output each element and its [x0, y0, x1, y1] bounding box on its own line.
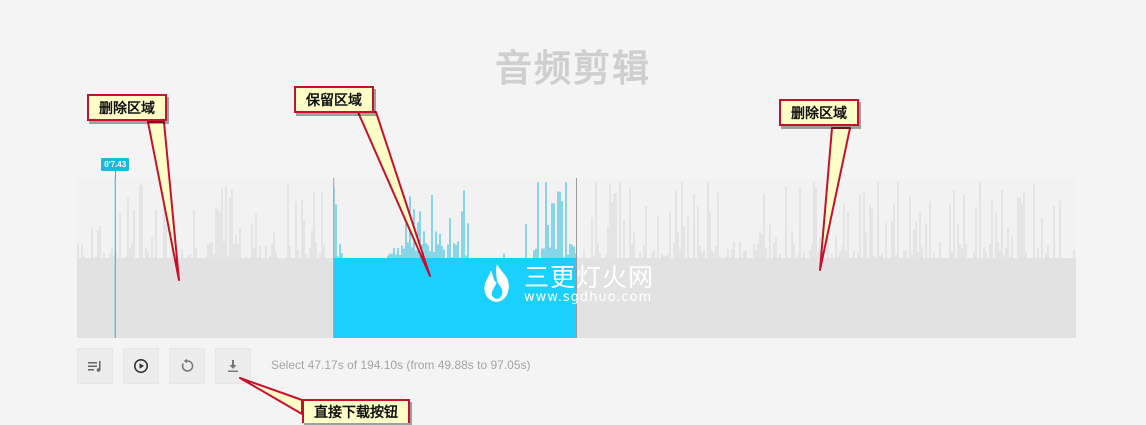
download-icon — [228, 360, 238, 372]
play-circle-icon — [134, 359, 148, 373]
callout-delete-left: 删除区域 — [87, 94, 167, 121]
playlist-button[interactable] — [77, 348, 113, 384]
selection-status: Select 47.17s of 194.10s (from 49.88s to… — [271, 358, 531, 372]
flame-logo-icon — [484, 264, 509, 302]
play-button[interactable] — [123, 348, 159, 384]
download-button[interactable] — [215, 348, 251, 384]
callout-keep: 保留区域 — [294, 86, 374, 113]
callout-delete-right: 删除区域 — [779, 99, 859, 126]
callout-download: 直接下载按钮 — [302, 399, 410, 423]
playlist-icon — [88, 361, 101, 372]
playhead-tick — [115, 171, 117, 178]
undo-icon — [181, 358, 194, 372]
watermark-brand: 三更灯火网 — [524, 263, 655, 292]
watermark-url: www.sgdhuo.com — [524, 290, 653, 305]
reset-button[interactable] — [169, 348, 205, 384]
page-title: 音频剪辑 — [495, 47, 651, 90]
playhead-time-label: 0'7.43 — [101, 158, 130, 171]
